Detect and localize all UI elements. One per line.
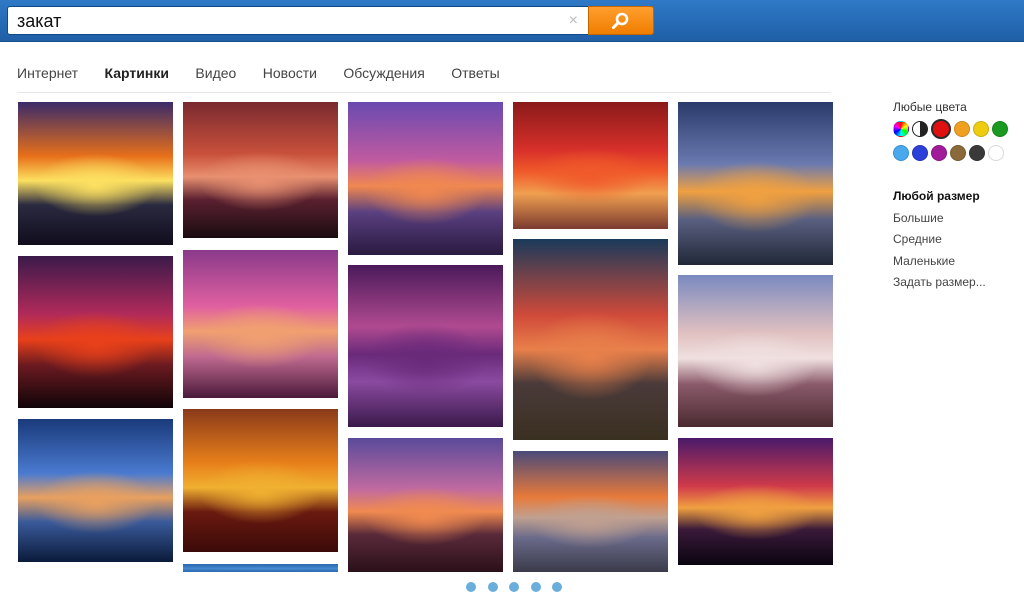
color-swatch-red[interactable]	[931, 119, 951, 139]
image-thumb-sunset-people-beach[interactable]	[183, 102, 338, 238]
tab-images[interactable]: Картинки	[105, 65, 169, 81]
pagination-dot[interactable]	[509, 582, 519, 592]
search-tabs: Интернет Картинки Видео Новости Обсужден…	[17, 65, 522, 85]
tab-internet[interactable]: Интернет	[17, 65, 78, 81]
tab-news[interactable]: Новости	[263, 65, 317, 81]
image-thumb-sunset-pink-boats[interactable]	[183, 250, 338, 398]
size-small[interactable]: Маленькие	[893, 254, 1018, 276]
color-swatch-black-white[interactable]	[912, 121, 928, 137]
clear-icon[interactable]: ×	[569, 12, 578, 30]
size-custom[interactable]: Задать размер...	[893, 275, 1018, 297]
color-swatch-yellow[interactable]	[973, 121, 989, 137]
color-swatches	[893, 119, 1023, 167]
size-medium[interactable]: Средние	[893, 232, 1018, 254]
filters-sidebar: Любые цвета Любой размер Большие Средние…	[893, 100, 1018, 297]
image-thumb-sunset-blue-waves[interactable]	[678, 102, 833, 265]
size-large[interactable]: Большие	[893, 211, 1018, 233]
image-thumb-sunset-pier[interactable]	[348, 438, 503, 572]
image-thumb-sunset-winter-tree[interactable]	[678, 275, 833, 427]
tab-answers[interactable]: Ответы	[451, 65, 499, 81]
colors-filter-title[interactable]: Любые цвета	[893, 100, 1018, 114]
color-swatch-blue[interactable]	[912, 145, 928, 161]
search-icon	[612, 12, 629, 29]
image-thumb-sunset-city-skyline[interactable]	[348, 265, 503, 427]
color-swatch-brown[interactable]	[950, 145, 966, 161]
image-thumb-sunset-bottom-peek[interactable]	[183, 564, 338, 572]
size-filter: Любой размер Большие Средние Маленькие З…	[893, 189, 1018, 297]
search-box: ×	[7, 6, 589, 35]
size-any[interactable]: Любой размер	[893, 189, 1018, 211]
color-swatch-dark-gray[interactable]	[969, 145, 985, 161]
tab-discussions[interactable]: Обсуждения	[343, 65, 424, 81]
color-swatch-orange[interactable]	[954, 121, 970, 137]
image-thumb-sunset-purple-burst[interactable]	[678, 438, 833, 565]
color-swatch-white[interactable]	[988, 145, 1004, 161]
image-thumb-sunset-blue-dusk[interactable]	[18, 419, 173, 562]
color-swatch-multicolor[interactable]	[893, 121, 909, 137]
color-swatch-purple[interactable]	[931, 145, 947, 161]
image-thumb-sunset-city-buildings[interactable]	[513, 451, 668, 572]
pagination-dot[interactable]	[552, 582, 562, 592]
search-header: ×	[0, 0, 1024, 42]
pagination-dot[interactable]	[530, 582, 541, 592]
color-swatch-green[interactable]	[992, 121, 1008, 137]
image-thumb-sunset-orange-horizon[interactable]	[183, 409, 338, 552]
image-thumb-sunset-dramatic-clouds-lake[interactable]	[513, 239, 668, 440]
search-button[interactable]	[588, 6, 654, 35]
tab-video[interactable]: Видео	[195, 65, 236, 81]
image-thumb-sunset-seagulls-purple[interactable]	[348, 102, 503, 255]
image-thumb-sunset-red-sun-clouds[interactable]	[18, 256, 173, 408]
pagination-dot[interactable]	[466, 582, 476, 592]
search-input[interactable]	[17, 10, 537, 32]
image-thumb-sunset-sea-clouds[interactable]	[18, 102, 173, 245]
pagination-dot[interactable]	[487, 582, 498, 592]
tabs-divider	[17, 92, 831, 93]
image-thumb-sunset-red-sky-sea[interactable]	[513, 102, 668, 229]
color-swatch-light-blue[interactable]	[893, 145, 909, 161]
